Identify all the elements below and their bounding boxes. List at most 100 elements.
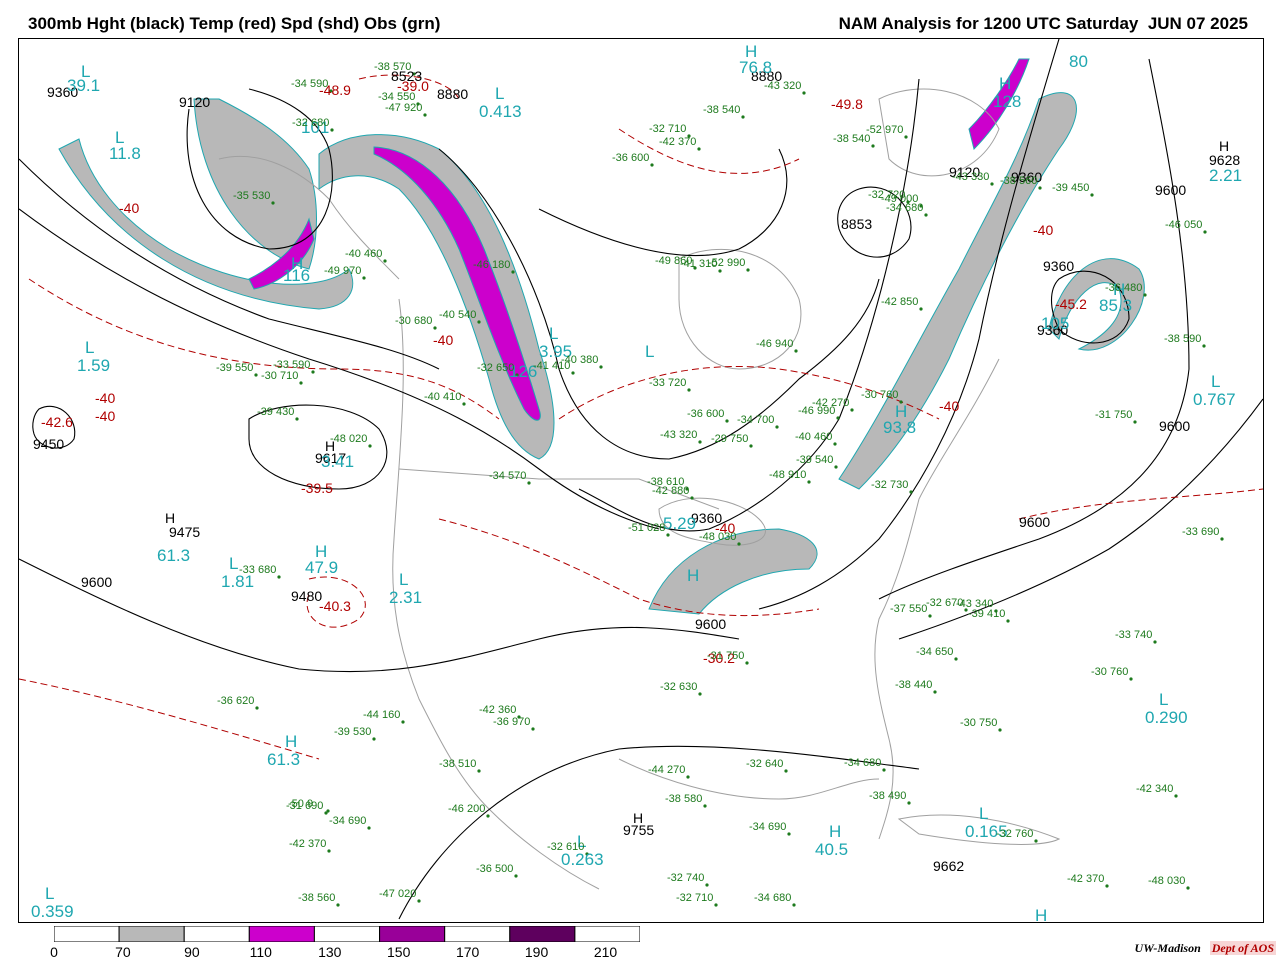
station-dot bbox=[362, 276, 366, 280]
station-dot bbox=[725, 419, 729, 423]
station-obs: -38 560 bbox=[298, 892, 335, 904]
colorbar-tick: 210 bbox=[593, 944, 618, 960]
temperature-label: -42.6 bbox=[41, 414, 73, 430]
height-label: 9450 bbox=[33, 436, 64, 452]
high-center: H bbox=[633, 810, 643, 826]
station-dot bbox=[1034, 839, 1038, 843]
high-center: H bbox=[829, 822, 841, 841]
speed-label: 3.41 bbox=[321, 452, 354, 471]
height-label: 9600 bbox=[1155, 182, 1186, 198]
station-obs: -38 610 bbox=[647, 476, 684, 488]
speed-label: 40.5 bbox=[815, 840, 848, 859]
station-obs: -33 680 bbox=[239, 564, 276, 576]
station-dot bbox=[737, 542, 741, 546]
low-center: L bbox=[1211, 372, 1220, 391]
temperature-label: -39.5 bbox=[301, 480, 333, 496]
station-dot bbox=[417, 899, 421, 903]
high-center: H bbox=[291, 254, 303, 273]
temperature-label: -40 bbox=[433, 332, 453, 348]
temperature-label: -40 bbox=[939, 398, 959, 414]
station-dot bbox=[330, 128, 334, 132]
station-obs: -38 510 bbox=[439, 758, 476, 770]
station-obs: -34 590 bbox=[291, 78, 328, 90]
station-obs: -40 460 bbox=[795, 431, 832, 443]
station-obs: -38 540 bbox=[833, 133, 870, 145]
station-dot bbox=[599, 365, 603, 369]
station-obs: -42 360 bbox=[479, 704, 516, 716]
station-obs: -51 028 bbox=[628, 522, 665, 534]
station-obs: -32 710 bbox=[649, 123, 686, 135]
station-obs: -43 320 bbox=[660, 429, 697, 441]
station-obs: -43 320 bbox=[764, 80, 801, 92]
height-contours bbox=[19, 39, 1263, 920]
station-obs: -34 680 bbox=[754, 892, 791, 904]
station-obs: -47 920 bbox=[385, 102, 422, 114]
station-dot bbox=[802, 91, 806, 95]
station-obs: -52 970 bbox=[866, 124, 903, 136]
station-obs: -33 720 bbox=[649, 377, 686, 389]
station-obs: -36 480 bbox=[1105, 282, 1142, 294]
wind-speed-colorbar bbox=[53, 925, 641, 943]
station-dot bbox=[741, 115, 745, 119]
station-obs: -32 740 bbox=[667, 872, 704, 884]
high-center: H bbox=[999, 74, 1011, 93]
station-dot bbox=[1186, 886, 1190, 890]
colorbar-swatch bbox=[509, 925, 576, 943]
colorbar-swatch bbox=[118, 925, 185, 943]
colorbar-tick: 70 bbox=[115, 944, 131, 960]
high-center: H bbox=[165, 510, 175, 526]
station-dot bbox=[255, 706, 259, 710]
station-dot bbox=[433, 326, 437, 330]
height-label: 9360 bbox=[1043, 258, 1074, 274]
height-label: 9120 bbox=[179, 94, 210, 110]
station-obs: -31 690 bbox=[286, 800, 323, 812]
high-center: H bbox=[285, 732, 297, 751]
station-obs: -30 710 bbox=[261, 370, 298, 382]
station-dot bbox=[784, 769, 788, 773]
colorbar-tick: 90 bbox=[184, 944, 200, 960]
height-label: 9600 bbox=[1159, 418, 1190, 434]
station-dot bbox=[794, 349, 798, 353]
station-dot bbox=[871, 144, 875, 148]
station-dot bbox=[571, 371, 575, 375]
temperature-label: -40.3 bbox=[319, 598, 351, 614]
colorbar-swatches bbox=[53, 925, 641, 943]
speed-label: 2.21 bbox=[1209, 166, 1242, 185]
temperature-label: -40 bbox=[1033, 222, 1053, 238]
low-center: L bbox=[81, 62, 90, 81]
speed-label: 2.31 bbox=[389, 588, 422, 607]
station-dot bbox=[792, 903, 796, 907]
station-dot bbox=[1143, 293, 1147, 297]
speed-label: 0.767 bbox=[1193, 390, 1236, 409]
station-dot bbox=[705, 883, 709, 887]
station-obs: -42 270 bbox=[812, 397, 849, 409]
station-obs: -29 750 bbox=[711, 433, 748, 445]
station-dot bbox=[295, 417, 299, 421]
station-obs: -48 020 bbox=[330, 433, 367, 445]
station-dot bbox=[686, 775, 690, 779]
speed-label: 0.413 bbox=[479, 102, 522, 121]
station-obs: -39 450 bbox=[1052, 182, 1089, 194]
station-obs: -33 740 bbox=[1115, 629, 1152, 641]
station-dot bbox=[462, 402, 466, 406]
station-dot bbox=[511, 270, 515, 274]
station-dot bbox=[1203, 230, 1207, 234]
station-obs: -38 580 bbox=[665, 793, 702, 805]
station-dot bbox=[703, 804, 707, 808]
station-obs: -31 750 bbox=[707, 650, 744, 662]
station-obs: -32 640 bbox=[746, 758, 783, 770]
speed-label: 0.290 bbox=[1145, 708, 1188, 727]
station-dot bbox=[833, 442, 837, 446]
station-dot bbox=[372, 737, 376, 741]
station-dot bbox=[698, 440, 702, 444]
station-obs: -39 430 bbox=[257, 406, 294, 418]
station-obs: -38 570 bbox=[374, 61, 411, 73]
low-center: L bbox=[85, 338, 94, 357]
station-obs: -40 460 bbox=[345, 248, 382, 260]
low-center: L bbox=[549, 324, 558, 343]
height-label: 8853 bbox=[841, 216, 872, 232]
low-center: L bbox=[229, 554, 238, 573]
speed-label: 5.29 bbox=[663, 514, 696, 533]
station-obs: -41 310 bbox=[680, 258, 717, 270]
station-dot bbox=[277, 575, 281, 579]
